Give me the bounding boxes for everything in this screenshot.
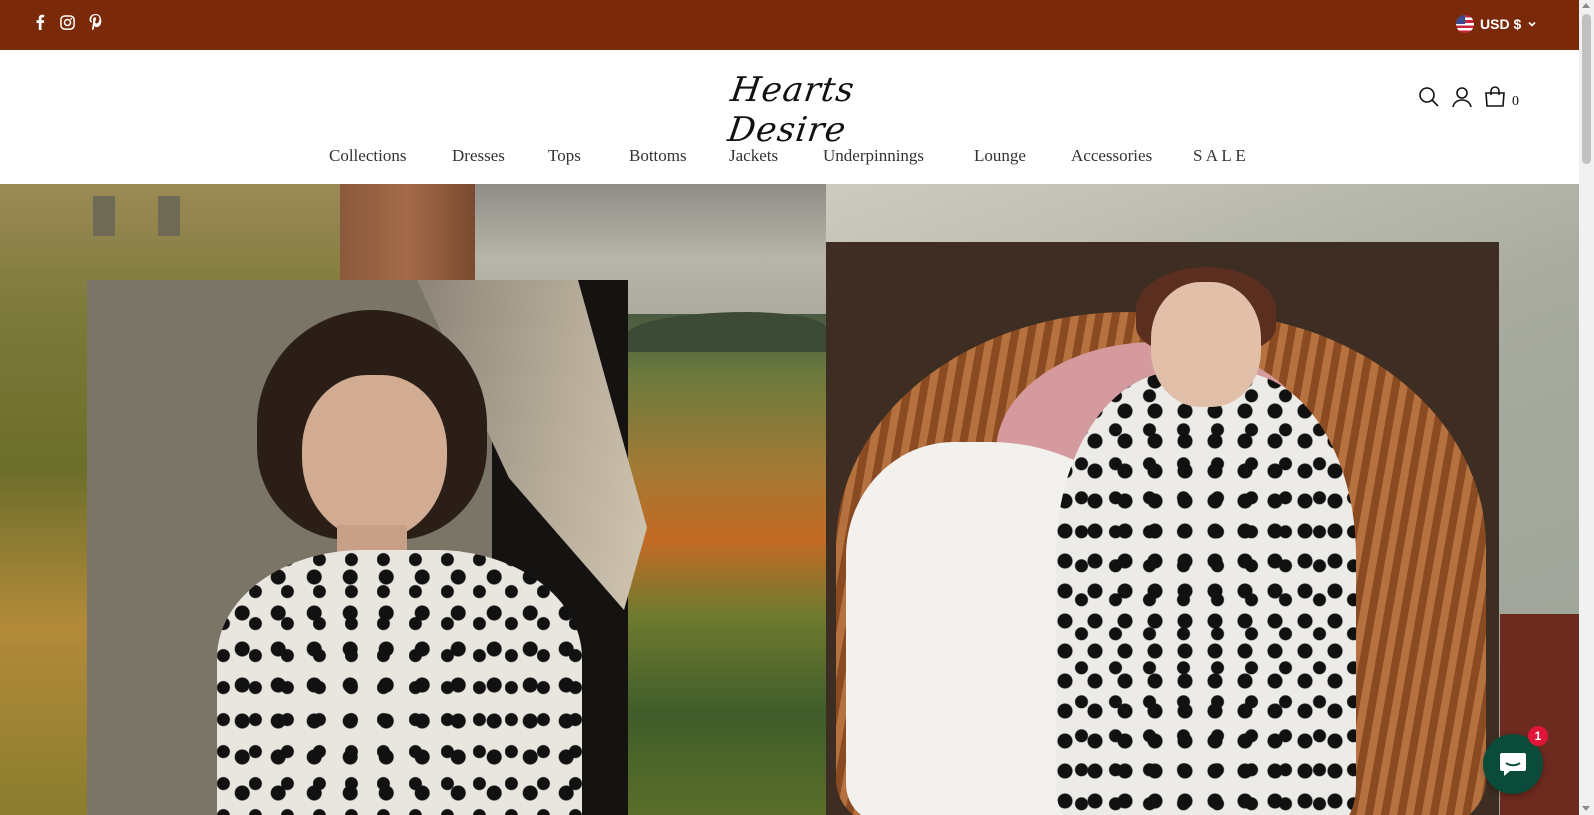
model-face (1151, 282, 1261, 407)
site-header: Hearts Desire 0 Collections Dresses Tops… (0, 50, 1579, 185)
cart-count: 0 (1512, 94, 1519, 109)
nav-dresses[interactable]: Dresses (452, 146, 505, 166)
cart-icon[interactable] (1484, 86, 1506, 108)
nav-jackets[interactable]: Jackets (729, 146, 778, 166)
currency-selector[interactable]: USD $ (1456, 15, 1537, 33)
page-scrollbar[interactable] (1579, 0, 1594, 815)
model-reclining-photo[interactable] (826, 242, 1499, 815)
site-logo[interactable]: Hearts Desire (700, 64, 880, 150)
pinterest-icon[interactable] (87, 14, 103, 30)
autumn-valley-image (626, 314, 826, 815)
model-portrait-photo[interactable] (87, 280, 647, 815)
nav-collections[interactable]: Collections (329, 146, 406, 166)
main-nav: Collections Dresses Tops Bottoms Jackets… (0, 146, 1579, 174)
logo-text: Hearts Desire (725, 70, 858, 150)
scroll-down-arrow[interactable] (1582, 806, 1590, 811)
floral-print-dress (1056, 372, 1356, 815)
floral-print-top (217, 550, 582, 815)
facebook-icon[interactable] (32, 14, 48, 30)
instagram-icon[interactable] (59, 14, 75, 30)
search-icon[interactable] (1418, 86, 1440, 108)
nav-tops[interactable]: Tops (548, 146, 581, 166)
hero-banner[interactable] (0, 184, 1579, 815)
chat-bubble-icon (1500, 753, 1526, 776)
nav-accessories[interactable]: Accessories (1071, 146, 1152, 166)
nav-sale[interactable]: S A L E (1193, 146, 1246, 166)
castle-tower (340, 184, 475, 284)
scroll-thumb[interactable] (1582, 14, 1591, 164)
nav-lounge[interactable]: Lounge (974, 146, 1026, 166)
scroll-up-arrow[interactable] (1582, 3, 1590, 8)
announcement-bar: USD $ (0, 0, 1579, 50)
nav-bottoms[interactable]: Bottoms (629, 146, 687, 166)
castle-turret (158, 196, 180, 236)
model-face (302, 375, 447, 540)
currency-label: USD $ (1480, 16, 1522, 32)
nav-underpinnings[interactable]: Underpinnings (823, 146, 924, 166)
castle-turret (93, 196, 115, 236)
chat-notification-badge: 1 (1528, 726, 1548, 746)
account-icon[interactable] (1451, 86, 1473, 108)
chevron-down-icon (1528, 21, 1536, 27)
us-flag-icon (1456, 15, 1474, 33)
